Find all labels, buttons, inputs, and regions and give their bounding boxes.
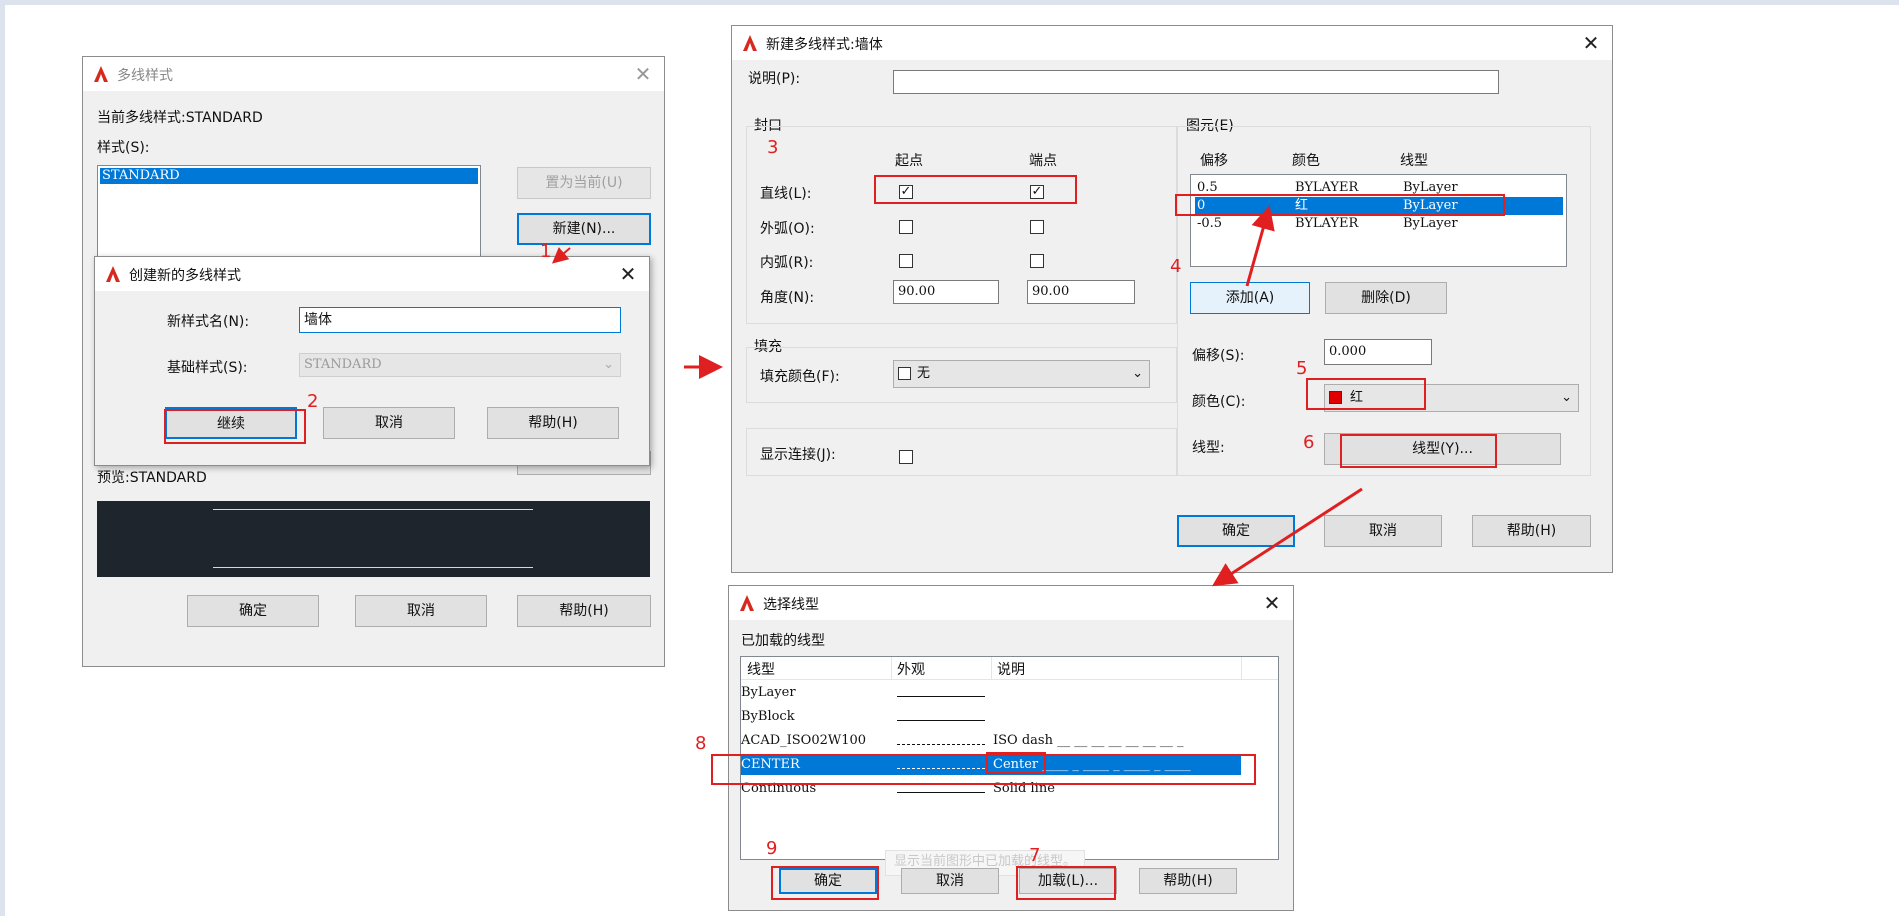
arrow xyxy=(1245,205,1275,287)
arrow xyxy=(551,247,571,264)
annotation-arrows xyxy=(551,205,1363,587)
arrow xyxy=(1211,487,1363,587)
